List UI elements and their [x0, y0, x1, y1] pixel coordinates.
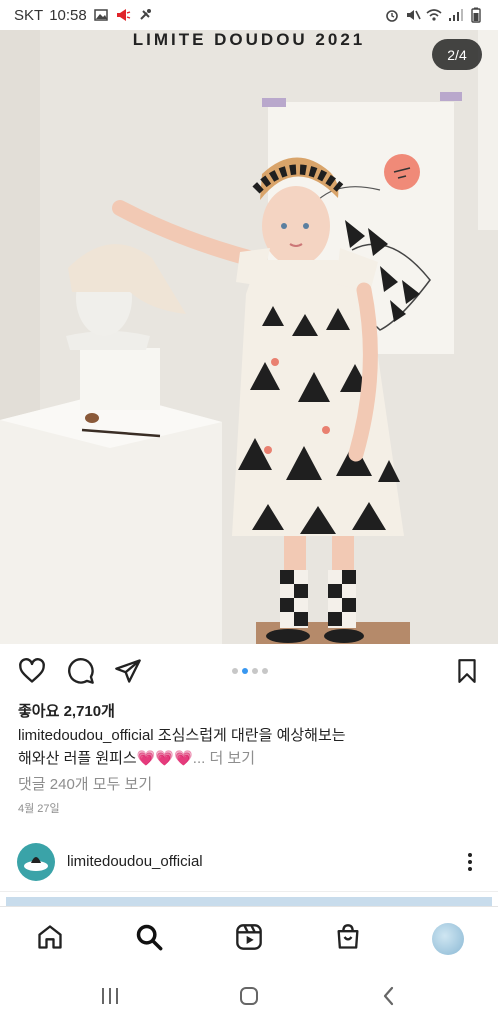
status-right — [384, 7, 484, 23]
share-button[interactable] — [113, 656, 143, 686]
shop-bag-icon — [337, 924, 359, 949]
comment-button[interactable] — [66, 656, 96, 686]
carousel-dot — [252, 668, 258, 674]
caption-hearts: 💗💗💗 — [136, 750, 193, 767]
post-date: 4월 27일 — [18, 803, 60, 815]
caption-text-1: 조심스럽게 대란을 예상해보는 — [157, 727, 346, 744]
nav-profile-avatar[interactable] — [432, 923, 464, 955]
more-dot — [468, 867, 472, 871]
signal-icon — [449, 9, 463, 21]
photo-brand-text: LIMITE DOUDOU 2021 — [132, 30, 366, 49]
carrier-label: SKT — [14, 6, 44, 24]
post-photo[interactable]: LIMITE DOUDOU 2021 2/4 — [0, 30, 498, 644]
next-post-username[interactable]: limitedoudou_official — [67, 853, 203, 870]
megaphone-icon — [116, 9, 130, 21]
home-system-button[interactable] — [236, 984, 262, 1008]
no-ring-icon — [140, 9, 151, 20]
avatar-logo-icon — [24, 857, 48, 871]
heart-icon — [19, 658, 45, 683]
nav-shop-button[interactable] — [332, 921, 364, 953]
image-icon — [93, 9, 108, 21]
back-button[interactable] — [376, 984, 402, 1008]
search-icon — [136, 924, 163, 951]
back-chevron-icon — [383, 986, 394, 1006]
send-icon — [115, 659, 141, 683]
more-dot — [468, 860, 472, 864]
carousel-dots — [232, 668, 268, 674]
post-caption: limitedoudou_official 조심스럽게 대란을 예상해보는 해와… — [18, 724, 478, 770]
likes-count[interactable]: 좋아요 2,710개 — [18, 700, 115, 721]
home-square-icon — [240, 987, 258, 1005]
like-button[interactable] — [17, 656, 47, 686]
divider — [0, 891, 498, 892]
nav-search-button[interactable] — [133, 921, 165, 953]
system-nav-bar — [0, 968, 498, 1024]
battery-icon — [471, 7, 481, 23]
comment-icon — [68, 658, 94, 684]
status-bar: SKT 10:58 — [0, 0, 498, 30]
home-icon — [38, 925, 62, 949]
next-post-header: limitedoudou_official — [0, 841, 498, 883]
more-dot — [468, 853, 472, 857]
more-options-button[interactable] — [462, 849, 478, 875]
bookmark-icon — [458, 659, 476, 683]
clock: 10:58 — [49, 6, 87, 24]
caption-username[interactable]: limitedoudou_official — [18, 727, 154, 744]
bottom-nav — [0, 906, 498, 968]
wifi-icon — [426, 9, 442, 21]
carousel-dot — [262, 668, 268, 674]
nav-home-button[interactable] — [34, 921, 66, 953]
view-all-comments-link[interactable]: 댓글 240개 모두 보기 — [18, 773, 152, 794]
carousel-dot-active — [242, 668, 248, 674]
carousel-dot — [232, 668, 238, 674]
post-photo-illustration — [0, 30, 498, 644]
avatar[interactable] — [17, 843, 55, 881]
reels-icon — [236, 924, 262, 950]
carousel-page-indicator: 2/4 — [432, 39, 482, 70]
caption-more-link[interactable]: ... 더 보기 — [193, 750, 255, 767]
nav-reels-button[interactable] — [233, 921, 265, 953]
recent-apps-button[interactable] — [97, 984, 123, 1008]
status-left: SKT 10:58 — [14, 7, 153, 24]
mute-icon — [407, 10, 421, 20]
alarm-icon — [386, 10, 398, 22]
caption-text-2: 해와산 러플 원피스 — [18, 750, 137, 767]
recent-apps-icon — [102, 988, 118, 1004]
save-button[interactable] — [452, 656, 482, 686]
